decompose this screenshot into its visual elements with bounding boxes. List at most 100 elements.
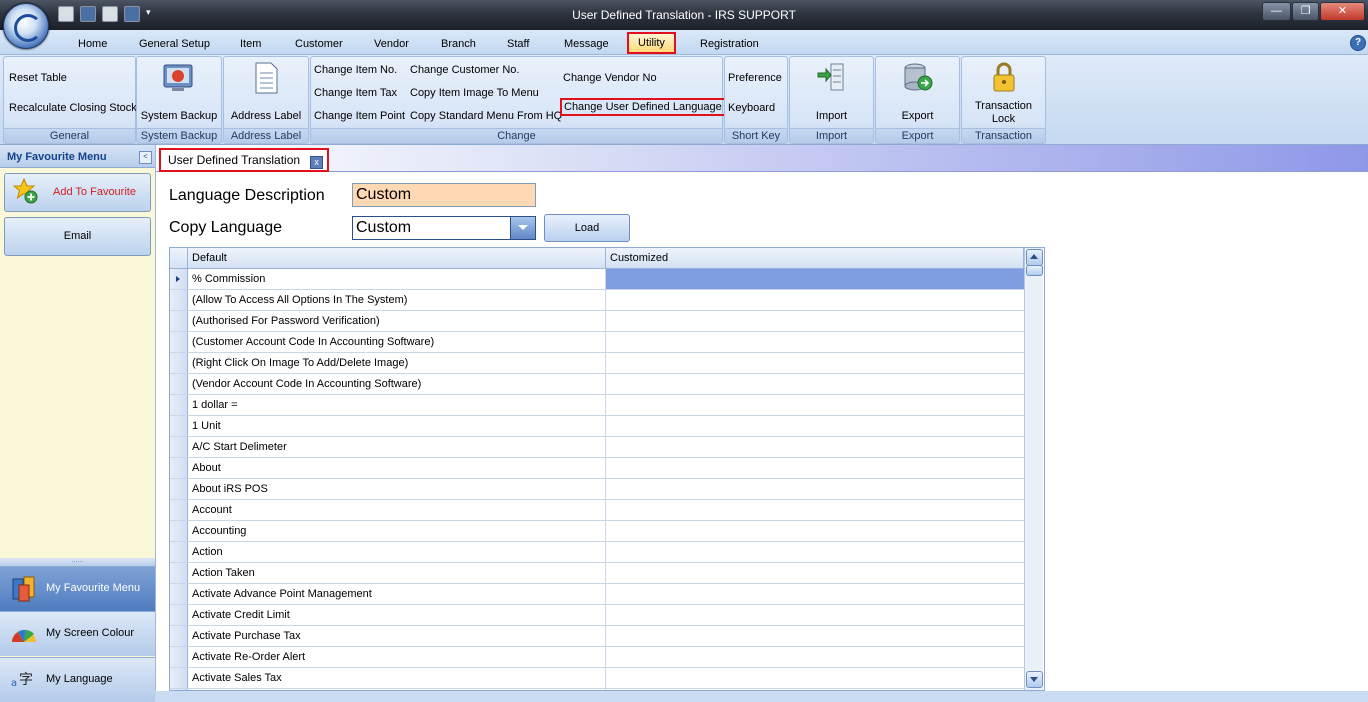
default-cell[interactable]: (Right Click On Image To Add/Delete Imag… [188,353,606,373]
row-selector[interactable] [170,269,188,289]
customized-cell[interactable] [606,353,1024,373]
table-row[interactable]: 1 Unit [170,416,1024,437]
table-row[interactable]: (Authorised For Password Verification) [170,311,1024,332]
table-row[interactable]: Account [170,500,1024,521]
default-cell[interactable]: (Allow To Access All Options In The Syst… [188,290,606,310]
default-cell[interactable]: Activate Re-Order Alert [188,647,606,667]
change-item-tax-button[interactable]: Change Item Tax [314,87,397,99]
table-row[interactable]: (Allow To Access All Options In The Syst… [170,290,1024,311]
load-button[interactable]: Load [544,214,630,242]
table-row[interactable]: (Right Click On Image To Add/Delete Imag… [170,353,1024,374]
row-selector[interactable] [170,290,188,310]
table-row[interactable]: Action Taken [170,563,1024,584]
default-cell[interactable]: Activate Advance Point Management [188,584,606,604]
table-row[interactable]: A/C Start Delimeter [170,437,1024,458]
default-cell[interactable]: (Vendor Account Code In Accounting Softw… [188,374,606,394]
customized-cell[interactable] [606,416,1024,436]
customized-cell[interactable] [606,500,1024,520]
row-selector[interactable] [170,332,188,352]
table-row[interactable]: Activate Re-Order Alert [170,647,1024,668]
row-selector[interactable] [170,605,188,625]
row-selector[interactable] [170,374,188,394]
default-cell[interactable]: 1 Unit [188,416,606,436]
document-tab-user-defined-translation[interactable]: User Defined Translation x [159,148,330,172]
copy-language-select[interactable]: Custom [352,216,536,240]
customized-cell[interactable] [606,605,1024,625]
tab-item[interactable]: Item [240,38,261,50]
customized-cell[interactable] [606,584,1024,604]
change-item-no-button[interactable]: Change Item No. [314,64,397,76]
default-cell[interactable]: (Authorised For Password Verification) [188,311,606,331]
change-item-point-button[interactable]: Change Item Point [314,110,405,122]
email-button[interactable]: Email [4,217,151,256]
row-selector[interactable] [170,416,188,436]
copy-item-image-button[interactable]: Copy Item Image To Menu [410,87,539,99]
table-row[interactable]: (Vendor Account Code In Accounting Softw… [170,374,1024,395]
nav-my-favourite-menu[interactable]: My Favourite Menu [0,566,155,611]
row-selector[interactable] [170,542,188,562]
customized-cell[interactable] [606,290,1024,310]
collapse-pane-button[interactable]: < [139,151,152,164]
tab-vendor[interactable]: Vendor [374,38,409,50]
row-selector[interactable] [170,458,188,478]
customized-cell[interactable] [606,563,1024,583]
customized-cell[interactable] [606,437,1024,457]
scroll-down-button[interactable] [1026,671,1043,688]
export-button[interactable]: Export [876,61,959,122]
customized-cell[interactable] [606,311,1024,331]
vertical-scrollbar[interactable] [1024,248,1043,690]
tab-registration[interactable]: Registration [700,38,759,50]
customized-cell[interactable] [606,668,1024,688]
customized-cell[interactable] [606,479,1024,499]
default-cell[interactable]: (Customer Account Code In Accounting Sof… [188,332,606,352]
default-cell[interactable]: About iRS POS [188,479,606,499]
default-cell[interactable]: Action [188,542,606,562]
row-selector[interactable] [170,647,188,667]
tab-home[interactable]: Home [78,38,107,50]
table-row[interactable]: Activate Credit Limit [170,605,1024,626]
save-icon[interactable] [80,6,96,22]
row-selector[interactable] [170,563,188,583]
table-row[interactable]: Activate Advance Point Management [170,584,1024,605]
preference-button[interactable]: Preference [728,72,782,84]
customized-cell[interactable] [606,647,1024,667]
column-header-default[interactable]: Default [188,248,606,268]
chevron-down-icon[interactable] [510,217,535,239]
customized-cell[interactable] [606,458,1024,478]
nav-my-language[interactable]: a 字 My Language [0,657,155,702]
chart-icon[interactable] [124,6,140,22]
copy-standard-menu-button[interactable]: Copy Standard Menu From HQ [410,110,562,122]
tab-utility[interactable]: Utility [627,32,676,54]
reset-table-button[interactable]: Reset Table [9,72,67,84]
system-backup-button[interactable]: System Backup [137,61,221,122]
customized-cell[interactable] [606,332,1024,352]
default-cell[interactable]: Action Taken [188,563,606,583]
nav-my-screen-colour[interactable]: My Screen Colour [0,611,155,656]
default-cell[interactable]: About [188,458,606,478]
default-cell[interactable]: % Commission [188,269,606,289]
help-icon[interactable]: ? [1350,35,1366,51]
table-row[interactable]: Accounting [170,521,1024,542]
column-header-customized[interactable]: Customized [606,248,1024,268]
default-cell[interactable]: Activate Credit Limit [188,605,606,625]
row-selector[interactable] [170,626,188,646]
import-button[interactable]: Import [790,61,873,122]
default-cell[interactable]: Account [188,500,606,520]
change-vendor-no-button[interactable]: Change Vendor No [563,72,657,84]
row-selector[interactable] [170,521,188,541]
maximize-button[interactable]: ❐ [1292,2,1319,21]
address-label-button[interactable]: Address Label [224,61,308,122]
row-selector[interactable] [170,437,188,457]
customized-cell[interactable] [606,542,1024,562]
table-row[interactable]: About [170,458,1024,479]
table-row[interactable]: Activate Sales Tax [170,668,1024,689]
tab-general-setup[interactable]: General Setup [139,38,210,50]
default-cell[interactable]: 1 dollar = [188,395,606,415]
tab-branch[interactable]: Branch [441,38,476,50]
refresh-icon[interactable] [58,6,74,22]
scroll-up-button[interactable] [1026,249,1043,266]
default-cell[interactable]: Activate Sales Tax [188,668,606,688]
scroll-thumb[interactable] [1026,265,1043,276]
customized-cell[interactable] [606,521,1024,541]
qat-dropdown-icon[interactable]: ▾ [146,7,154,21]
